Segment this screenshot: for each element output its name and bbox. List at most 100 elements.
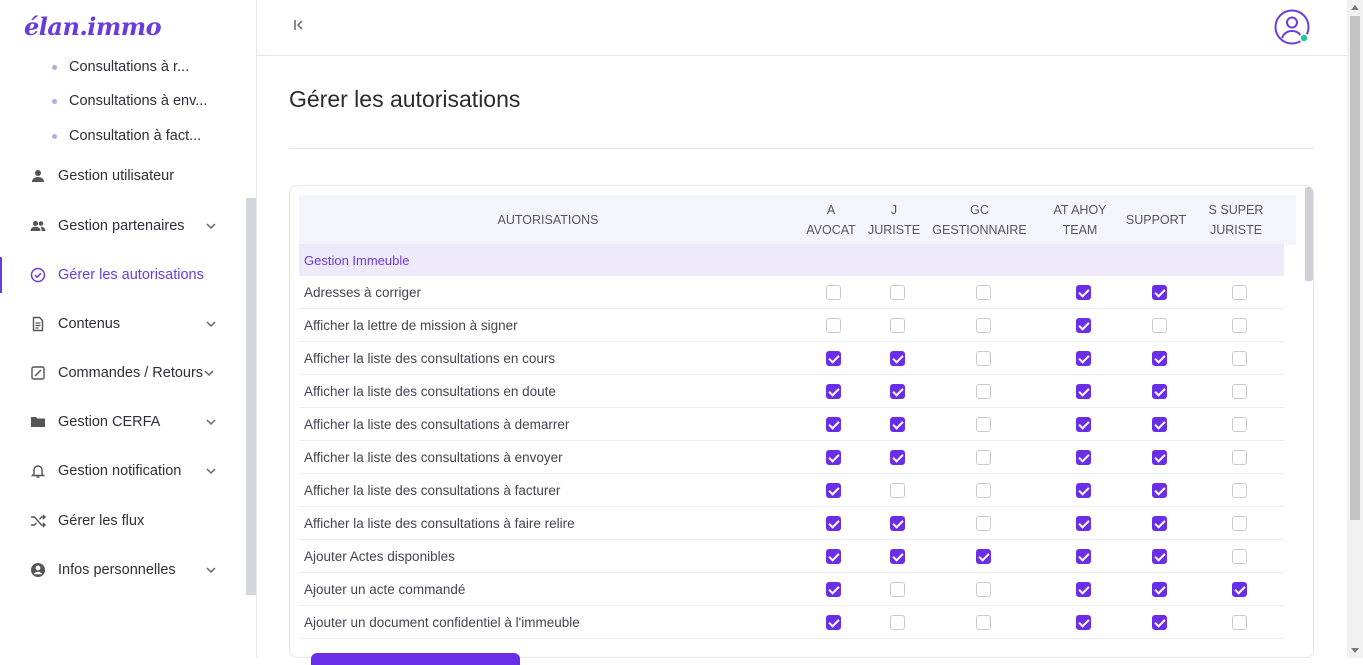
permission-checkbox[interactable] [1152,516,1167,531]
permission-checkbox[interactable] [890,450,905,465]
sidebar-item-gerer-les-flux[interactable]: Gérer les flux [0,503,232,539]
chevron-down-icon [206,567,216,574]
permission-checkbox[interactable] [1076,384,1091,399]
permission-checkbox[interactable] [826,384,841,399]
permission-checkbox[interactable] [890,549,905,564]
folder-icon [30,414,46,430]
permission-checkbox[interactable] [1076,549,1091,564]
permission-checkbox[interactable] [1152,615,1167,630]
permission-checkbox[interactable] [826,351,841,366]
permission-checkbox[interactable] [1232,318,1247,333]
permission-checkbox[interactable] [1152,351,1167,366]
sidebar-item-gestion-utilisateur[interactable]: Gestion utilisateur [0,158,232,194]
permission-checkbox[interactable] [826,285,841,300]
permission-checkbox[interactable] [1232,285,1247,300]
save-button[interactable] [311,653,520,665]
permission-checkbox[interactable] [890,483,905,498]
sidebar-item-gestion-cerfa[interactable]: Gestion CERFA [0,404,232,440]
sidebar-item-gestion-partenaires[interactable]: Gestion partenaires [0,208,232,244]
permission-checkbox[interactable] [1232,417,1247,432]
collapse-left-icon[interactable] [291,17,307,33]
permission-checkbox[interactable] [1152,417,1167,432]
permission-checkbox[interactable] [1152,450,1167,465]
sidebar-item-contenus[interactable]: Contenus [0,306,232,342]
permission-checkbox[interactable] [890,285,905,300]
permission-checkbox[interactable] [1152,318,1167,333]
permission-checkbox[interactable] [826,582,841,597]
sidebar-subitem-consultation-a-facturer[interactable]: Consultation à fact... [52,126,201,146]
permission-checkbox[interactable] [1152,582,1167,597]
chevron-down-icon [204,370,214,377]
app-logo[interactable]: élan.immo [24,12,162,41]
permission-checkbox[interactable] [976,483,991,498]
permission-checkbox[interactable] [976,417,991,432]
permission-checkbox[interactable] [976,384,991,399]
permission-checkbox[interactable] [890,582,905,597]
chevron-down-icon [206,321,216,328]
permission-checkbox[interactable] [976,318,991,333]
user-icon [30,168,46,184]
sidebar-item-gestion-notification[interactable]: Gestion notification [0,453,232,489]
permission-checkbox[interactable] [1152,483,1167,498]
permission-checkbox[interactable] [1076,450,1091,465]
permission-checkbox[interactable] [976,615,991,630]
permission-checkbox[interactable] [1152,549,1167,564]
table-row: Afficher la liste des consultations à fa… [299,507,1284,540]
user-avatar-icon[interactable] [1273,8,1311,46]
permission-checkbox[interactable] [1232,615,1247,630]
permission-checkbox[interactable] [1232,549,1247,564]
sidebar-item-infos-personnelles[interactable]: Infos personnelles [0,552,232,588]
sidebar-item-commandes-retours[interactable]: Commandes / Retours [0,355,232,391]
permission-checkbox[interactable] [1232,582,1247,597]
permission-checkbox[interactable] [1232,351,1247,366]
permission-checkbox[interactable] [826,549,841,564]
permission-checkbox[interactable] [890,318,905,333]
permission-checkbox[interactable] [1232,516,1247,531]
permission-checkbox[interactable] [1076,285,1091,300]
permission-checkbox[interactable] [1076,417,1091,432]
permission-checkbox[interactable] [1076,483,1091,498]
scrollbar-thumb[interactable] [1350,16,1360,520]
sidebar-scrollbar[interactable] [246,198,256,595]
permission-checkbox[interactable] [890,351,905,366]
scroll-down-arrow-icon[interactable] [1351,648,1359,653]
permission-checkbox[interactable] [976,285,991,300]
permission-checkbox[interactable] [1076,582,1091,597]
permission-checkbox[interactable] [1232,483,1247,498]
permission-checkbox[interactable] [826,417,841,432]
permission-checkbox[interactable] [826,450,841,465]
column-header-line2: JURISTE [1209,223,1263,237]
permission-checkbox[interactable] [826,516,841,531]
permission-checkbox[interactable] [976,351,991,366]
permission-checkbox[interactable] [826,318,841,333]
permission-label: Ajouter un document confidentiel à l'imm… [304,615,580,630]
permission-checkbox[interactable] [976,549,991,564]
permission-checkbox[interactable] [890,615,905,630]
permission-checkbox[interactable] [890,417,905,432]
permission-checkbox[interactable] [1232,450,1247,465]
sidebar-subitem-consultations-a-envoyer[interactable]: Consultations à env... [52,91,207,111]
permission-label: Afficher la liste des consultations en c… [304,351,556,366]
permission-checkbox[interactable] [1076,615,1091,630]
permission-checkbox[interactable] [826,615,841,630]
sidebar-subitem-consultations-a-relire[interactable]: Consultations à r... [52,57,189,77]
table-row: Afficher la liste des consultations à de… [299,408,1284,441]
table-scrollbar[interactable] [1305,187,1313,281]
permission-checkbox[interactable] [1152,285,1167,300]
permission-checkbox[interactable] [1076,516,1091,531]
permission-checkbox[interactable] [1076,351,1091,366]
permission-checkbox[interactable] [890,516,905,531]
window-scrollbar[interactable] [1347,0,1363,658]
scroll-up-arrow-icon[interactable] [1351,5,1359,10]
permission-checkbox[interactable] [976,582,991,597]
table-row: Afficher la lettre de mission à signer [299,309,1284,342]
permission-checkbox[interactable] [826,483,841,498]
sidebar-item-gerer-les-autorisations[interactable]: Gérer les autorisations [0,257,232,293]
permission-checkbox[interactable] [1152,384,1167,399]
permission-checkbox[interactable] [1076,318,1091,333]
permission-checkbox[interactable] [890,384,905,399]
permission-checkbox[interactable] [976,450,991,465]
permission-checkbox[interactable] [976,516,991,531]
permission-checkbox[interactable] [1232,384,1247,399]
bell-icon [30,463,46,479]
